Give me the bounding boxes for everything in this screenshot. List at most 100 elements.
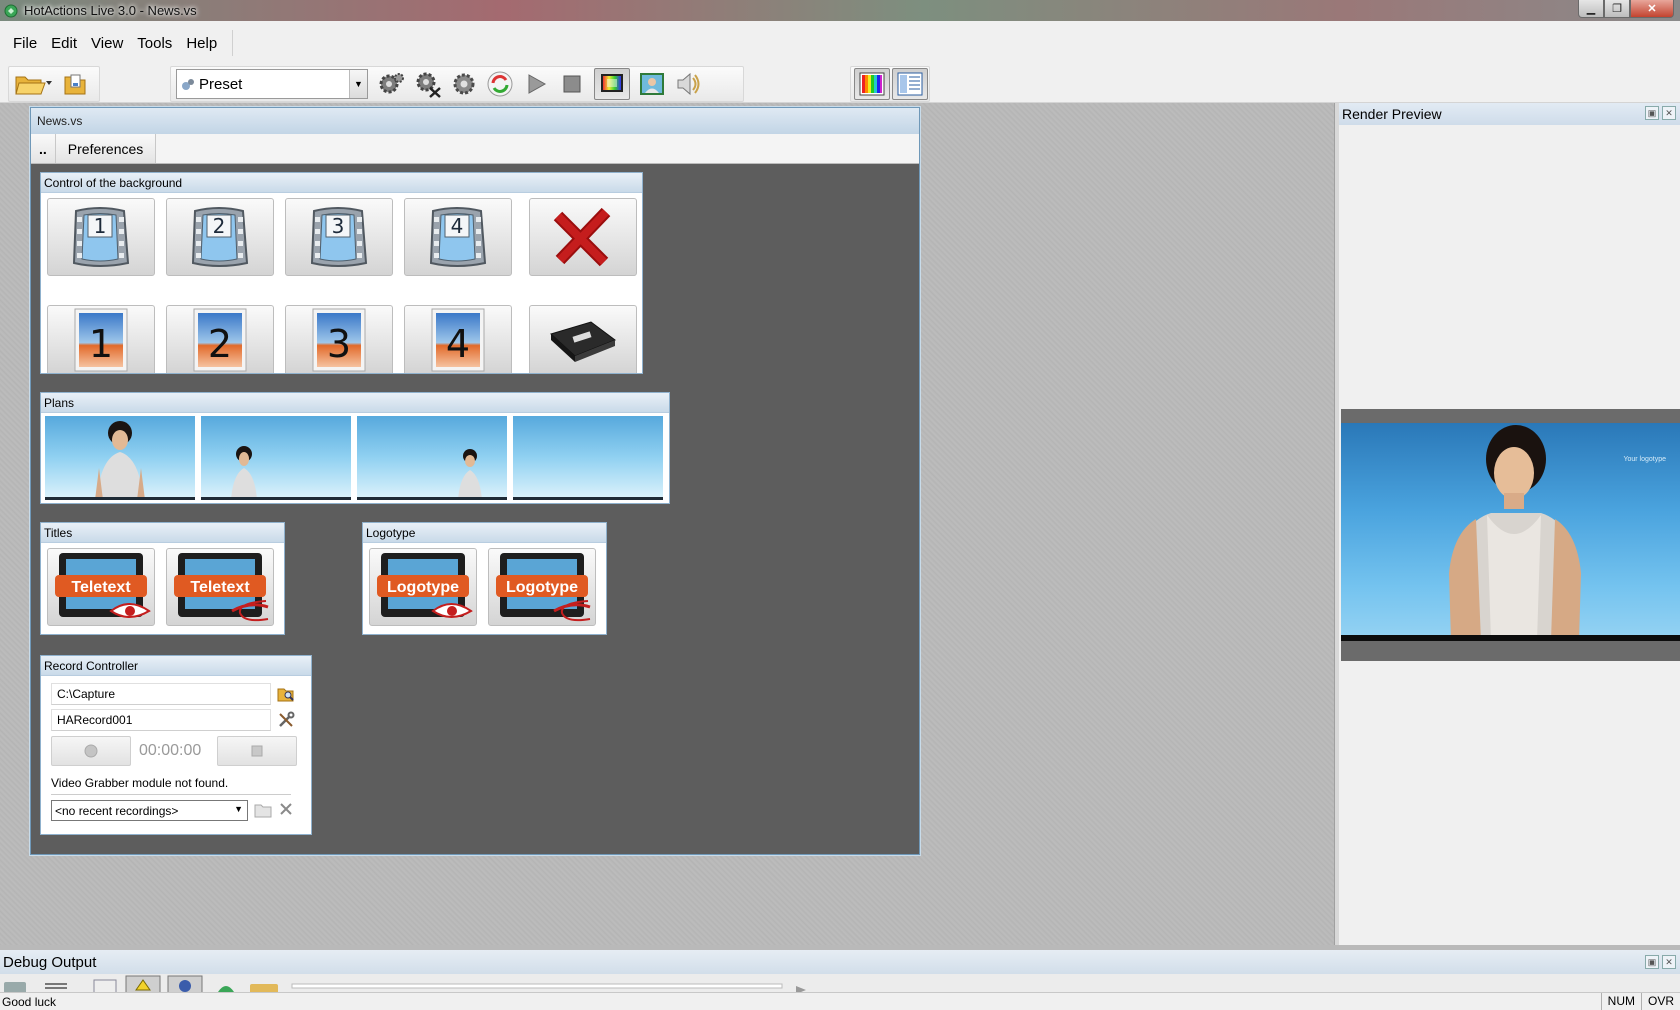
teletext-hide-button[interactable]: Teletext — [166, 548, 274, 626]
presenter-button[interactable] — [634, 68, 670, 100]
record-stop-button[interactable] — [217, 736, 297, 766]
close-icon: ✕ — [1665, 107, 1673, 118]
document-window: News.vs .. Preferences Control of the ba… — [30, 107, 920, 855]
divider — [51, 794, 291, 795]
logotype-label: Logotype — [506, 579, 578, 596]
videotape-icon — [550, 320, 617, 362]
picture-icon: 2 — [193, 308, 247, 371]
film-clip-icon: 2 — [191, 207, 249, 267]
window-title: HotActions Live 3.0 - News.vs — [24, 3, 197, 18]
presenter-image — [458, 449, 482, 497]
speaker-icon — [677, 72, 700, 96]
play-icon — [528, 74, 547, 94]
logotype-hide-button[interactable]: Logotype — [488, 548, 596, 626]
tab-preferences[interactable]: Preferences — [55, 134, 157, 163]
chevron-down-icon: ▼ — [234, 804, 243, 814]
teletext-show-icon: Teletext — [55, 553, 151, 618]
menu-file[interactable]: File — [6, 30, 44, 56]
background-video-3-button[interactable]: 3 — [285, 198, 393, 276]
plan-1-thumbnail[interactable] — [45, 416, 195, 500]
presenter-icon — [640, 73, 664, 95]
capture-path-field[interactable]: C:\Capture — [51, 683, 271, 705]
debug-float-button[interactable]: ▣ — [1645, 955, 1659, 969]
browse-folder-button[interactable] — [277, 685, 295, 706]
preset-label: Preset — [199, 75, 243, 93]
remove-settings-button[interactable] — [410, 68, 446, 100]
preset-select[interactable]: Preset ▼ — [176, 69, 368, 99]
plan-3-thumbnail[interactable] — [357, 416, 507, 500]
background-video-1-button[interactable]: 1 — [47, 198, 155, 276]
video-number-label: 3 — [332, 214, 345, 238]
restore-button[interactable]: ❐ — [1604, 0, 1630, 18]
audio-button[interactable] — [670, 68, 706, 100]
background-video-2-button[interactable]: 2 — [166, 198, 274, 276]
open-project-button[interactable] — [57, 68, 93, 100]
logotype-show-button[interactable]: Logotype — [369, 548, 477, 626]
background-image-3-button[interactable]: 3 — [285, 305, 393, 373]
debug-output-title: Debug Output — [3, 953, 97, 971]
render-preview-header: Render Preview ▣ ✕ — [1339, 103, 1680, 125]
recent-recordings-select[interactable]: <no recent recordings> ▼ — [51, 800, 248, 821]
close-icon — [280, 803, 292, 815]
background-image-4-button[interactable]: 4 — [404, 305, 512, 373]
gears-icon — [379, 73, 404, 94]
recent-recordings-value: <no recent recordings> — [55, 803, 179, 818]
record-button[interactable] — [51, 736, 131, 766]
render-close-button[interactable]: ✕ — [1662, 106, 1676, 120]
tv-icon — [601, 74, 623, 92]
logotype-panel: Logotype Logotype Logotype — [362, 522, 607, 635]
document-title: News.vs — [31, 108, 919, 134]
refresh-button[interactable] — [482, 68, 518, 100]
record-settings-button[interactable] — [277, 711, 295, 732]
num-lock-indicator: NUM — [1600, 993, 1641, 1010]
open-recording-button[interactable] — [254, 802, 272, 821]
record-filename-field[interactable]: HARecord001 — [51, 709, 271, 731]
view-toolbar-group — [850, 66, 930, 102]
render-float-button[interactable]: ▣ — [1645, 106, 1659, 120]
background-video-4-button[interactable]: 4 — [404, 198, 512, 276]
chevron-down-icon: ▼ — [349, 70, 367, 98]
stop-button[interactable] — [554, 68, 590, 100]
folder-search-icon — [277, 688, 294, 702]
picture-icon: 3 — [312, 308, 366, 371]
video-number-label: 4 — [451, 214, 464, 238]
picture-icon: 1 — [74, 308, 128, 371]
options-button[interactable] — [446, 68, 482, 100]
background-image-2-button[interactable]: 2 — [166, 305, 274, 373]
image-number-label: 4 — [446, 322, 470, 366]
menu-tools[interactable]: Tools — [130, 30, 179, 56]
debug-toolbar — [0, 974, 1680, 992]
minimize-button[interactable]: ▁ — [1578, 0, 1604, 18]
image-number-label: 2 — [208, 322, 232, 366]
tv-output-button[interactable] — [594, 68, 630, 100]
render-preview-image: Your logotype — [1341, 423, 1680, 641]
record-icon — [84, 744, 98, 758]
settings-button[interactable] — [374, 68, 410, 100]
debug-close-button[interactable]: ✕ — [1662, 955, 1676, 969]
project-folder-icon — [64, 74, 86, 95]
open-button[interactable] — [9, 68, 57, 100]
menu-edit[interactable]: Edit — [44, 30, 84, 56]
logotype-hide-icon: Logotype — [496, 553, 591, 622]
teletext-show-button[interactable]: Teletext — [47, 548, 155, 626]
layout-button[interactable] — [892, 68, 928, 100]
color-bars-button[interactable] — [854, 68, 890, 100]
image-number-label: 3 — [327, 322, 351, 366]
clear-recordings-button[interactable] — [279, 802, 293, 819]
plan-4-thumbnail[interactable] — [513, 416, 663, 500]
tab-up[interactable]: .. — [31, 134, 56, 163]
videotape-button[interactable] — [529, 305, 637, 373]
title-bar: HotActions Live 3.0 - News.vs ▁ ❐ ✕ — [0, 0, 1680, 21]
background-image-1-button[interactable]: 1 — [47, 305, 155, 373]
image-number-label: 1 — [89, 322, 113, 366]
close-icon: ✕ — [1647, 3, 1657, 15]
play-button[interactable] — [518, 68, 554, 100]
gear-cross-icon — [416, 72, 441, 98]
menu-view[interactable]: View — [84, 30, 130, 56]
debug-toolbar-icons — [4, 975, 806, 992]
plan-2-thumbnail[interactable] — [201, 416, 351, 500]
logotype-show-icon: Logotype — [377, 553, 473, 618]
close-button[interactable]: ✕ — [1630, 0, 1674, 18]
clear-background-button[interactable] — [529, 198, 637, 276]
menu-help[interactable]: Help — [179, 30, 224, 56]
